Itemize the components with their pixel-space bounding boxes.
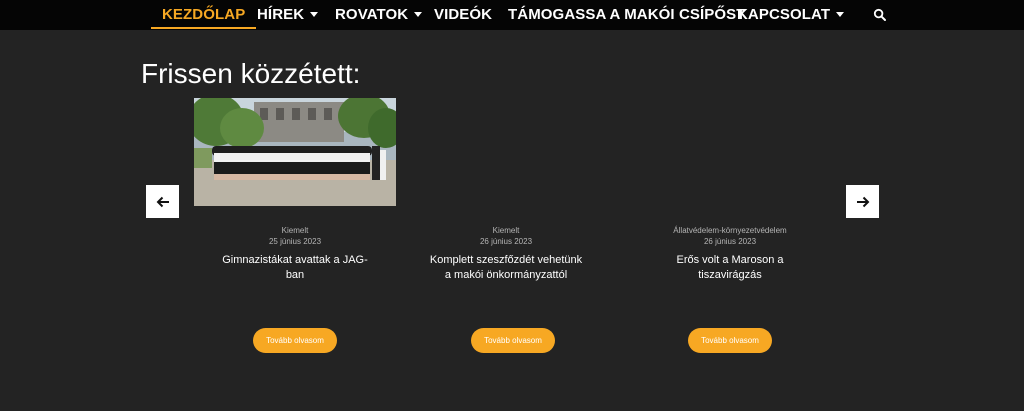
nav-item-label: TÁMOGASSA A MAKÓI CSÍPŐST bbox=[508, 6, 746, 23]
article-card: Állatvédelem-környezetvédelem 26 június … bbox=[650, 225, 810, 283]
article-category[interactable]: Állatvédelem-környezetvédelem bbox=[650, 225, 810, 236]
nav-item-rovatok[interactable]: ROVATOK bbox=[335, 0, 423, 30]
article-card: Kiemelt 26 június 2023 Komplett szeszfőz… bbox=[426, 225, 586, 283]
read-more-button[interactable]: Tovább olvasom bbox=[688, 328, 772, 353]
nav-item-label: KAPCSOLAT bbox=[737, 6, 831, 23]
article-title[interactable]: Komplett szeszfőzdét vehetünk a makói ön… bbox=[426, 253, 586, 283]
group-photo-image bbox=[194, 98, 396, 206]
nav-item-label: HÍREK bbox=[257, 6, 305, 23]
article-title[interactable]: Gimnazistákat avattak a JAG-ban bbox=[215, 253, 375, 283]
search-icon bbox=[873, 8, 886, 21]
article-date: 26 június 2023 bbox=[479, 237, 533, 246]
caret-down-icon bbox=[310, 11, 319, 17]
nav-item-label: KEZDŐLAP bbox=[162, 6, 246, 23]
nav-item-kapcsolat[interactable]: KAPCSOLAT bbox=[737, 0, 845, 30]
carousel-prev-button[interactable] bbox=[146, 185, 179, 218]
read-more-button[interactable]: Tovább olvasom bbox=[253, 328, 337, 353]
nav-item-tamogassa[interactable]: TÁMOGASSA A MAKÓI CSÍPŐST bbox=[508, 0, 746, 30]
caret-down-icon bbox=[836, 11, 845, 17]
nav-item-kezdolap[interactable]: KEZDŐLAP bbox=[150, 0, 257, 30]
arrow-left-icon bbox=[156, 196, 169, 207]
carousel-next-button[interactable] bbox=[846, 185, 879, 218]
caret-down-icon bbox=[414, 11, 423, 17]
nav-item-videok[interactable]: VIDEÓK bbox=[434, 0, 492, 30]
article-date: 25 június 2023 bbox=[268, 237, 322, 246]
article-title[interactable]: Erős volt a Maroson a tiszavirágzás bbox=[650, 253, 810, 283]
article-category[interactable]: Kiemelt bbox=[215, 225, 375, 236]
section-title: Frissen közzétett: bbox=[141, 58, 361, 89]
top-navigation: KEZDŐLAP HÍREK ROVATOK VIDEÓK TÁMOGASSA … bbox=[0, 0, 1024, 30]
article-thumbnail[interactable] bbox=[194, 98, 396, 206]
article-category[interactable]: Kiemelt bbox=[426, 225, 586, 236]
nav-item-label: ROVATOK bbox=[335, 6, 409, 23]
article-date: 26 június 2023 bbox=[703, 237, 757, 246]
read-more-button[interactable]: Tovább olvasom bbox=[471, 328, 555, 353]
nav-item-hirek[interactable]: HÍREK bbox=[257, 0, 319, 30]
arrow-right-icon bbox=[856, 196, 869, 207]
search-button[interactable] bbox=[873, 8, 887, 22]
nav-item-label: VIDEÓK bbox=[434, 6, 493, 23]
article-card: Kiemelt 25 június 2023 Gimnazistákat ava… bbox=[215, 225, 375, 283]
